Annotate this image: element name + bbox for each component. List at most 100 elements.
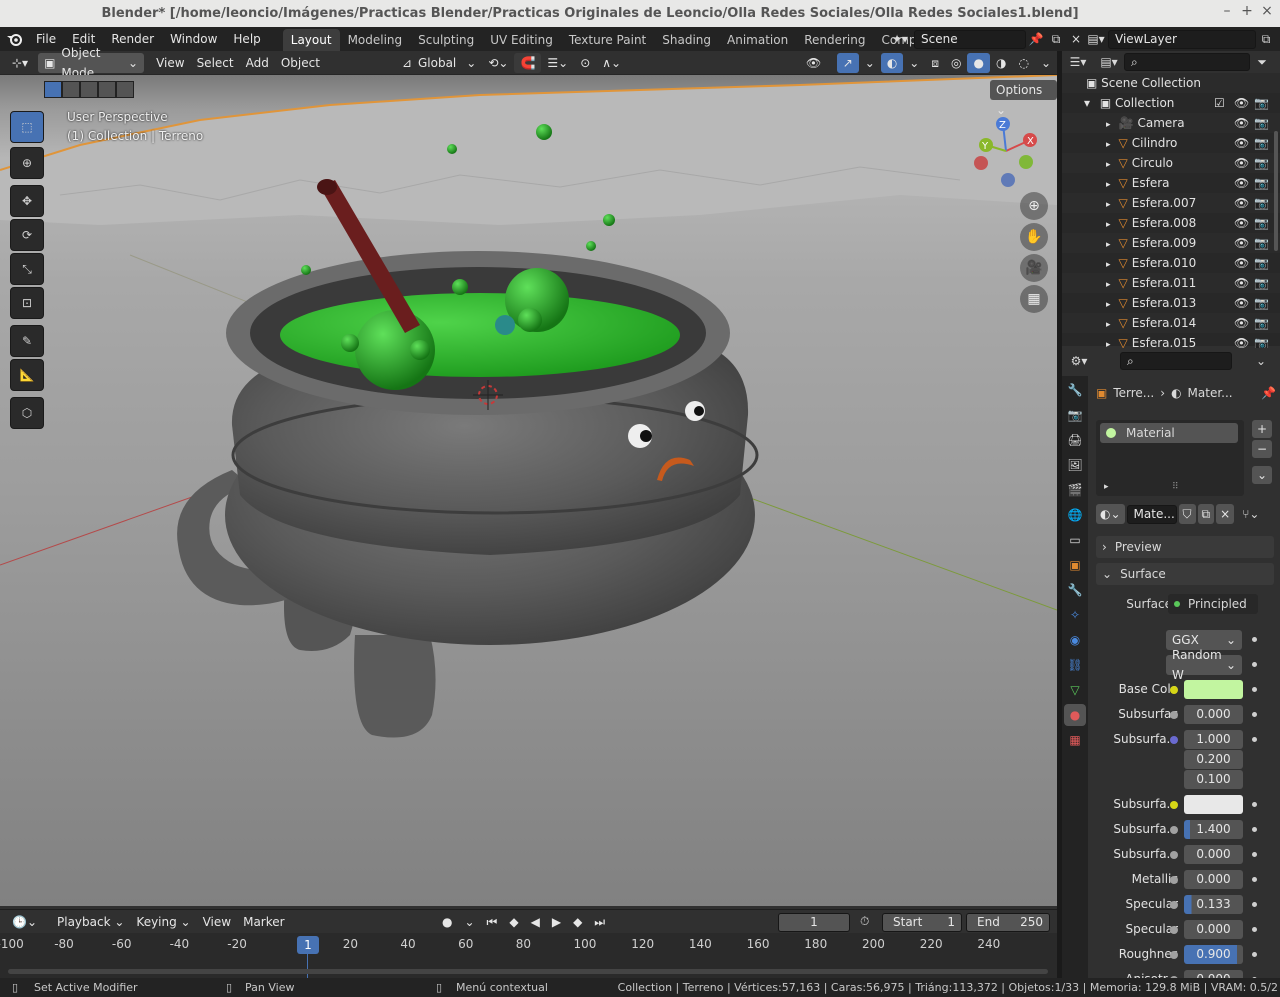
socket-icon[interactable] <box>1170 736 1178 744</box>
outliner-item[interactable]: ▸ ▽ Circulo 👁 📷 <box>1062 153 1280 173</box>
duplicate-material-icon[interactable]: ⧉ <box>1197 504 1215 524</box>
expand-arrow-icon[interactable]: ▸ <box>1106 260 1111 270</box>
outliner-item[interactable]: ▸ ▽ Esfera.013 👁 📷 <box>1062 293 1280 313</box>
output-tab-icon[interactable]: 🖨 <box>1064 429 1086 451</box>
measure-tool-icon[interactable]: 📐 <box>10 359 44 391</box>
select-invert-icon[interactable] <box>116 81 134 98</box>
outliner-item[interactable]: ▸ ▽ Esfera.009 👁 📷 <box>1062 233 1280 253</box>
eye-icon[interactable]: 👁 <box>1234 213 1249 233</box>
vector-component-field[interactable]: 0.100 <box>1184 770 1243 789</box>
snap-increment-icon[interactable]: ☰⌄ <box>541 53 574 73</box>
socket-icon[interactable] <box>1170 686 1178 694</box>
delete-scene-icon[interactable]: × <box>1066 32 1086 46</box>
eye-icon[interactable]: 👁 <box>1234 93 1249 113</box>
tool-tab-icon[interactable]: 🔧 <box>1064 379 1086 401</box>
menu-timeline-view[interactable]: View <box>197 912 237 932</box>
menu-window[interactable]: Window <box>162 27 225 51</box>
socket-icon[interactable] <box>1170 801 1178 809</box>
prev-keyframe-icon[interactable]: ◆ <box>503 912 524 932</box>
orientation-dropdown[interactable]: ⊿ Global ⌄ <box>396 53 482 73</box>
pivot-icon[interactable]: ⟲⌄ <box>482 53 514 73</box>
gizmo-dropdown-icon[interactable]: ⌄ <box>859 53 881 73</box>
render-camera-icon[interactable]: 📷 <box>1254 173 1269 193</box>
value-slider[interactable]: 0.000 <box>1184 845 1243 864</box>
constraints-tab-icon[interactable]: ⛓ <box>1064 654 1086 676</box>
browse-material-icon[interactable]: ◐⌄ <box>1096 504 1125 524</box>
3d-viewport[interactable]: Options ⌄ User Perspective (1) Collectio… <box>0 75 1057 906</box>
tab-sculpting[interactable]: Sculpting <box>410 29 482 51</box>
editor-type-icon[interactable]: ⊹▾ <box>6 53 34 73</box>
expand-arrow-icon[interactable]: ▸ <box>1106 120 1111 130</box>
timeline-editor-icon[interactable]: 🕒⌄ <box>6 912 43 932</box>
end-frame-field[interactable]: End 250 <box>966 913 1050 932</box>
expand-arrow-icon[interactable]: ▸ <box>1106 220 1111 230</box>
gizmo-toggle-icon[interactable]: ↗ <box>836 53 859 73</box>
add-cube-tool-icon[interactable]: ⬡ <box>10 397 44 429</box>
properties-editor-icon[interactable]: ⚙▾ <box>1062 354 1096 368</box>
view-layer-icon[interactable]: ▤▾ <box>1084 32 1108 46</box>
view-layer-field[interactable]: ViewLayer <box>1108 29 1256 49</box>
keyframe-dot-icon[interactable] <box>1252 877 1257 882</box>
resize-handle-icon[interactable]: ⠿ <box>1172 482 1179 492</box>
eye-icon[interactable]: 👁 <box>1234 113 1249 133</box>
timeline-scrollbar[interactable] <box>8 969 1048 974</box>
keyframe-dot-icon[interactable] <box>1252 852 1257 857</box>
tab-rendering[interactable]: Rendering <box>796 29 873 51</box>
rendered-shading-icon[interactable]: ◌ <box>1012 53 1034 73</box>
overlay-dropdown-icon[interactable]: ⌄ <box>903 53 925 73</box>
expand-arrow-icon[interactable]: ▸ <box>1104 482 1109 492</box>
outliner-collection[interactable]: ▾ ▣ Collection ☑ 👁 📷 <box>1062 93 1280 113</box>
new-view-layer-icon[interactable]: ⧉ <box>1256 32 1276 47</box>
subsurface-method-dropdown[interactable]: Random W ⌄ <box>1166 648 1242 682</box>
modifier-tab-icon[interactable]: 🔧 <box>1064 579 1086 601</box>
material-shading-icon[interactable]: ◑ <box>990 53 1012 73</box>
checkbox-icon[interactable]: ☑ <box>1214 93 1225 113</box>
scene-tab-icon[interactable]: 🎬 <box>1064 479 1086 501</box>
eye-icon[interactable]: 👁 <box>1234 253 1249 273</box>
navigation-gizmo[interactable]: X Z Y <box>970 115 1042 187</box>
menu-view[interactable]: View <box>150 53 190 73</box>
outliner-item[interactable]: ▸ ▽ Esfera.011 👁 📷 <box>1062 273 1280 293</box>
tab-texture-paint[interactable]: Texture Paint <box>561 29 654 51</box>
play-icon[interactable]: ▶ <box>546 912 567 932</box>
outliner-item[interactable]: ▸ ▽ Esfera.008 👁 📷 <box>1062 213 1280 233</box>
value-slider[interactable]: 0.000 <box>1184 920 1243 939</box>
value-slider[interactable]: 0.133 <box>1184 895 1243 914</box>
start-frame-field[interactable]: Start 1 <box>882 913 962 932</box>
eye-icon[interactable]: 👁 <box>1234 133 1249 153</box>
socket-icon[interactable] <box>1170 711 1178 719</box>
keyframe-dot-icon[interactable] <box>1252 902 1257 907</box>
outliner-search-input[interactable]: ⌕ <box>1124 53 1250 71</box>
particles-tab-icon[interactable]: ✧ <box>1064 604 1086 626</box>
move-tool-icon[interactable]: ✥ <box>10 185 44 217</box>
node-tree-icon[interactable]: ⑂⌄ <box>1242 507 1259 521</box>
mode-dropdown[interactable]: ▣ Object Mode ⌄ <box>38 46 145 80</box>
menu-keying[interactable]: Keying ⌄ <box>130 912 196 932</box>
options-dropdown[interactable]: Options ⌄ <box>990 80 1057 117</box>
expand-arrow-icon[interactable]: ▸ <box>1106 160 1111 170</box>
eye-icon[interactable]: 👁 <box>1234 313 1249 333</box>
outliner-item[interactable]: ▸ ▽ Cilindro 👁 📷 <box>1062 133 1280 153</box>
texture-tab-icon[interactable]: ▦ <box>1064 729 1086 751</box>
new-scene-icon[interactable]: ⧉ <box>1046 32 1066 47</box>
socket-icon[interactable] <box>1170 876 1178 884</box>
expand-arrow-icon[interactable]: ▸ <box>1106 240 1111 250</box>
delete-view-layer-icon[interactable]: × <box>1276 32 1280 46</box>
tab-layout[interactable]: Layout <box>282 29 340 51</box>
close-window-button[interactable]: × <box>1258 3 1276 23</box>
cursor-tool-icon[interactable]: ⊕ <box>10 147 44 179</box>
menu-file[interactable]: File <box>28 27 64 51</box>
pin-icon[interactable]: 📌 <box>1261 386 1276 400</box>
expand-arrow-icon[interactable]: ▸ <box>1106 300 1111 310</box>
current-frame-field[interactable]: 1 <box>778 913 850 932</box>
breadcrumb-material[interactable]: Mater... <box>1188 386 1233 400</box>
outliner-item[interactable]: ▸ 🎥 Camera 👁 📷 <box>1062 113 1280 133</box>
color-swatch[interactable] <box>1184 795 1243 814</box>
minimize-button[interactable]: – <box>1218 3 1236 23</box>
socket-icon[interactable] <box>1170 851 1178 859</box>
outliner-item[interactable]: ▸ ▽ Esfera.010 👁 📷 <box>1062 253 1280 273</box>
wireframe-shading-icon[interactable]: ◎ <box>945 53 967 73</box>
preview-panel-header[interactable]: › Preview <box>1096 536 1274 558</box>
blender-logo-icon[interactable] <box>0 27 28 51</box>
material-name-field[interactable]: Mate... <box>1126 504 1177 524</box>
